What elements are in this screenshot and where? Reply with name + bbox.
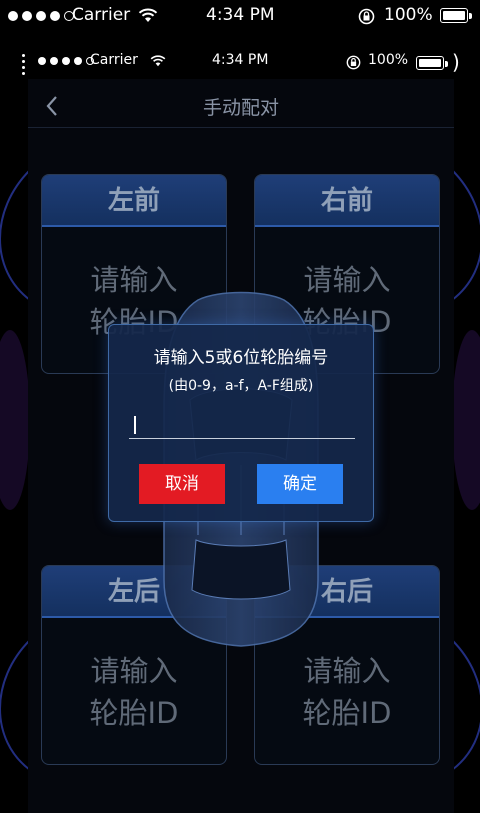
carrier-label: Carrier	[90, 52, 138, 68]
tire-id-placeholder: 请输入 轮胎ID	[255, 650, 439, 734]
cancel-button[interactable]: 取消	[139, 464, 225, 504]
status-bar-outer: Carrier 4:34 PM 100%	[0, 0, 480, 32]
tire-id-placeholder: 请输入 轮胎ID	[42, 650, 226, 734]
battery-icon	[440, 8, 472, 23]
battery-percent: 100%	[368, 52, 409, 68]
dialog-title: 请输入5或6位轮胎编号	[153, 348, 329, 368]
placeholder-line: 轮胎ID	[89, 696, 179, 730]
wifi-icon	[138, 8, 158, 22]
placeholder-line: 请输入	[303, 654, 391, 688]
page-title: 手动配对	[202, 97, 279, 119]
clock: 4:34 PM	[206, 5, 275, 25]
battery-percent: 100%	[384, 5, 433, 25]
nav-bar: 手动配对	[28, 84, 454, 128]
signal-icon	[8, 11, 74, 21]
tire-id-dialog: 请输入5或6位轮胎编号 (由0-9，a-f，A-F组成) 取消 确定	[108, 324, 374, 522]
status-bar-inner: Carrier 4:34 PM 100%	[0, 45, 480, 79]
signal-icon	[38, 57, 94, 65]
carrier-label: Carrier	[72, 5, 131, 25]
tire-label: 右前	[255, 175, 439, 227]
rotation-lock-icon	[358, 8, 375, 25]
wifi-icon	[150, 55, 166, 67]
confirm-button[interactable]: 确定	[257, 464, 343, 504]
edge-bracket: )	[452, 50, 460, 74]
placeholder-line: 轮胎ID	[302, 696, 392, 730]
clock: 4:34 PM	[212, 52, 269, 68]
tire-id-input[interactable]	[129, 409, 355, 439]
placeholder-line: 请输入	[90, 654, 178, 688]
tire-label: 左前	[42, 175, 226, 227]
battery-icon	[416, 56, 448, 70]
text-caret	[134, 416, 136, 434]
dialog-subtitle: (由0-9，a-f，A-F组成)	[168, 378, 314, 394]
rotation-lock-icon	[346, 55, 361, 70]
